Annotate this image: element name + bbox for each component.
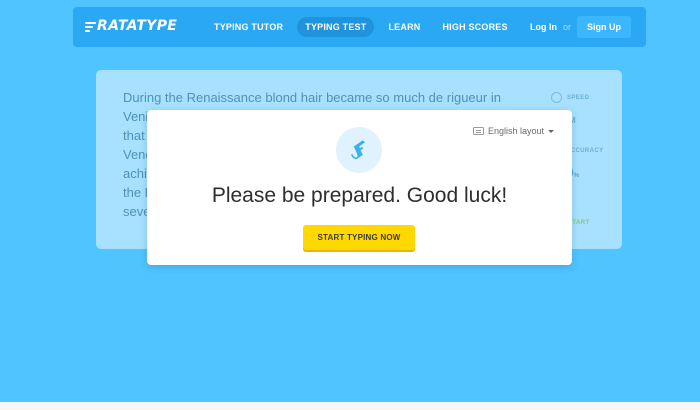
pistol-glyph — [351, 140, 366, 159]
chevron-down-icon — [548, 129, 554, 133]
logo-speed-lines-icon — [85, 21, 96, 32]
nav-learn[interactable]: LEARN — [380, 17, 428, 37]
keyboard-icon — [472, 127, 484, 135]
accuracy-unit: % — [573, 173, 580, 179]
start-dialog: English layout Please be prepared. Good … — [147, 110, 572, 265]
main-nav: TYPING TUTOR TYPING TEST LEARN HIGH SCOR… — [206, 17, 516, 37]
page-footer-strip — [0, 402, 700, 410]
start-typing-button[interactable]: START TYPING NOW — [303, 225, 415, 250]
top-nav-bar: RATATYPE TYPING TUTOR TYPING TEST LEARN … — [73, 7, 646, 47]
signup-button[interactable]: Sign Up — [577, 16, 632, 38]
ratatype-logo[interactable]: RATATYPE — [85, 18, 177, 34]
ready-message: Please be prepared. Good luck! — [211, 184, 508, 207]
nav-high-scores[interactable]: HIGH SCORES — [434, 17, 515, 37]
logo-text: RATATYPE — [97, 18, 178, 34]
stats-panel: SPEED M ACCURACY 0% — [551, 92, 603, 180]
keyboard-layout-selector[interactable]: English layout — [472, 126, 554, 136]
login-link[interactable]: Log In — [530, 22, 557, 32]
nav-typing-tutor[interactable]: TYPING TUTOR — [206, 17, 291, 37]
or-separator: or — [563, 22, 572, 32]
speed-gauge-icon — [551, 92, 562, 103]
speed-stat: SPEED — [551, 92, 589, 103]
starting-pistol-icon — [336, 127, 382, 173]
speed-label: SPEED — [567, 94, 590, 101]
layout-label: English layout — [487, 126, 544, 136]
auth-links: Log In or Sign Up — [530, 16, 632, 38]
nav-typing-test[interactable]: TYPING TEST — [297, 17, 375, 37]
